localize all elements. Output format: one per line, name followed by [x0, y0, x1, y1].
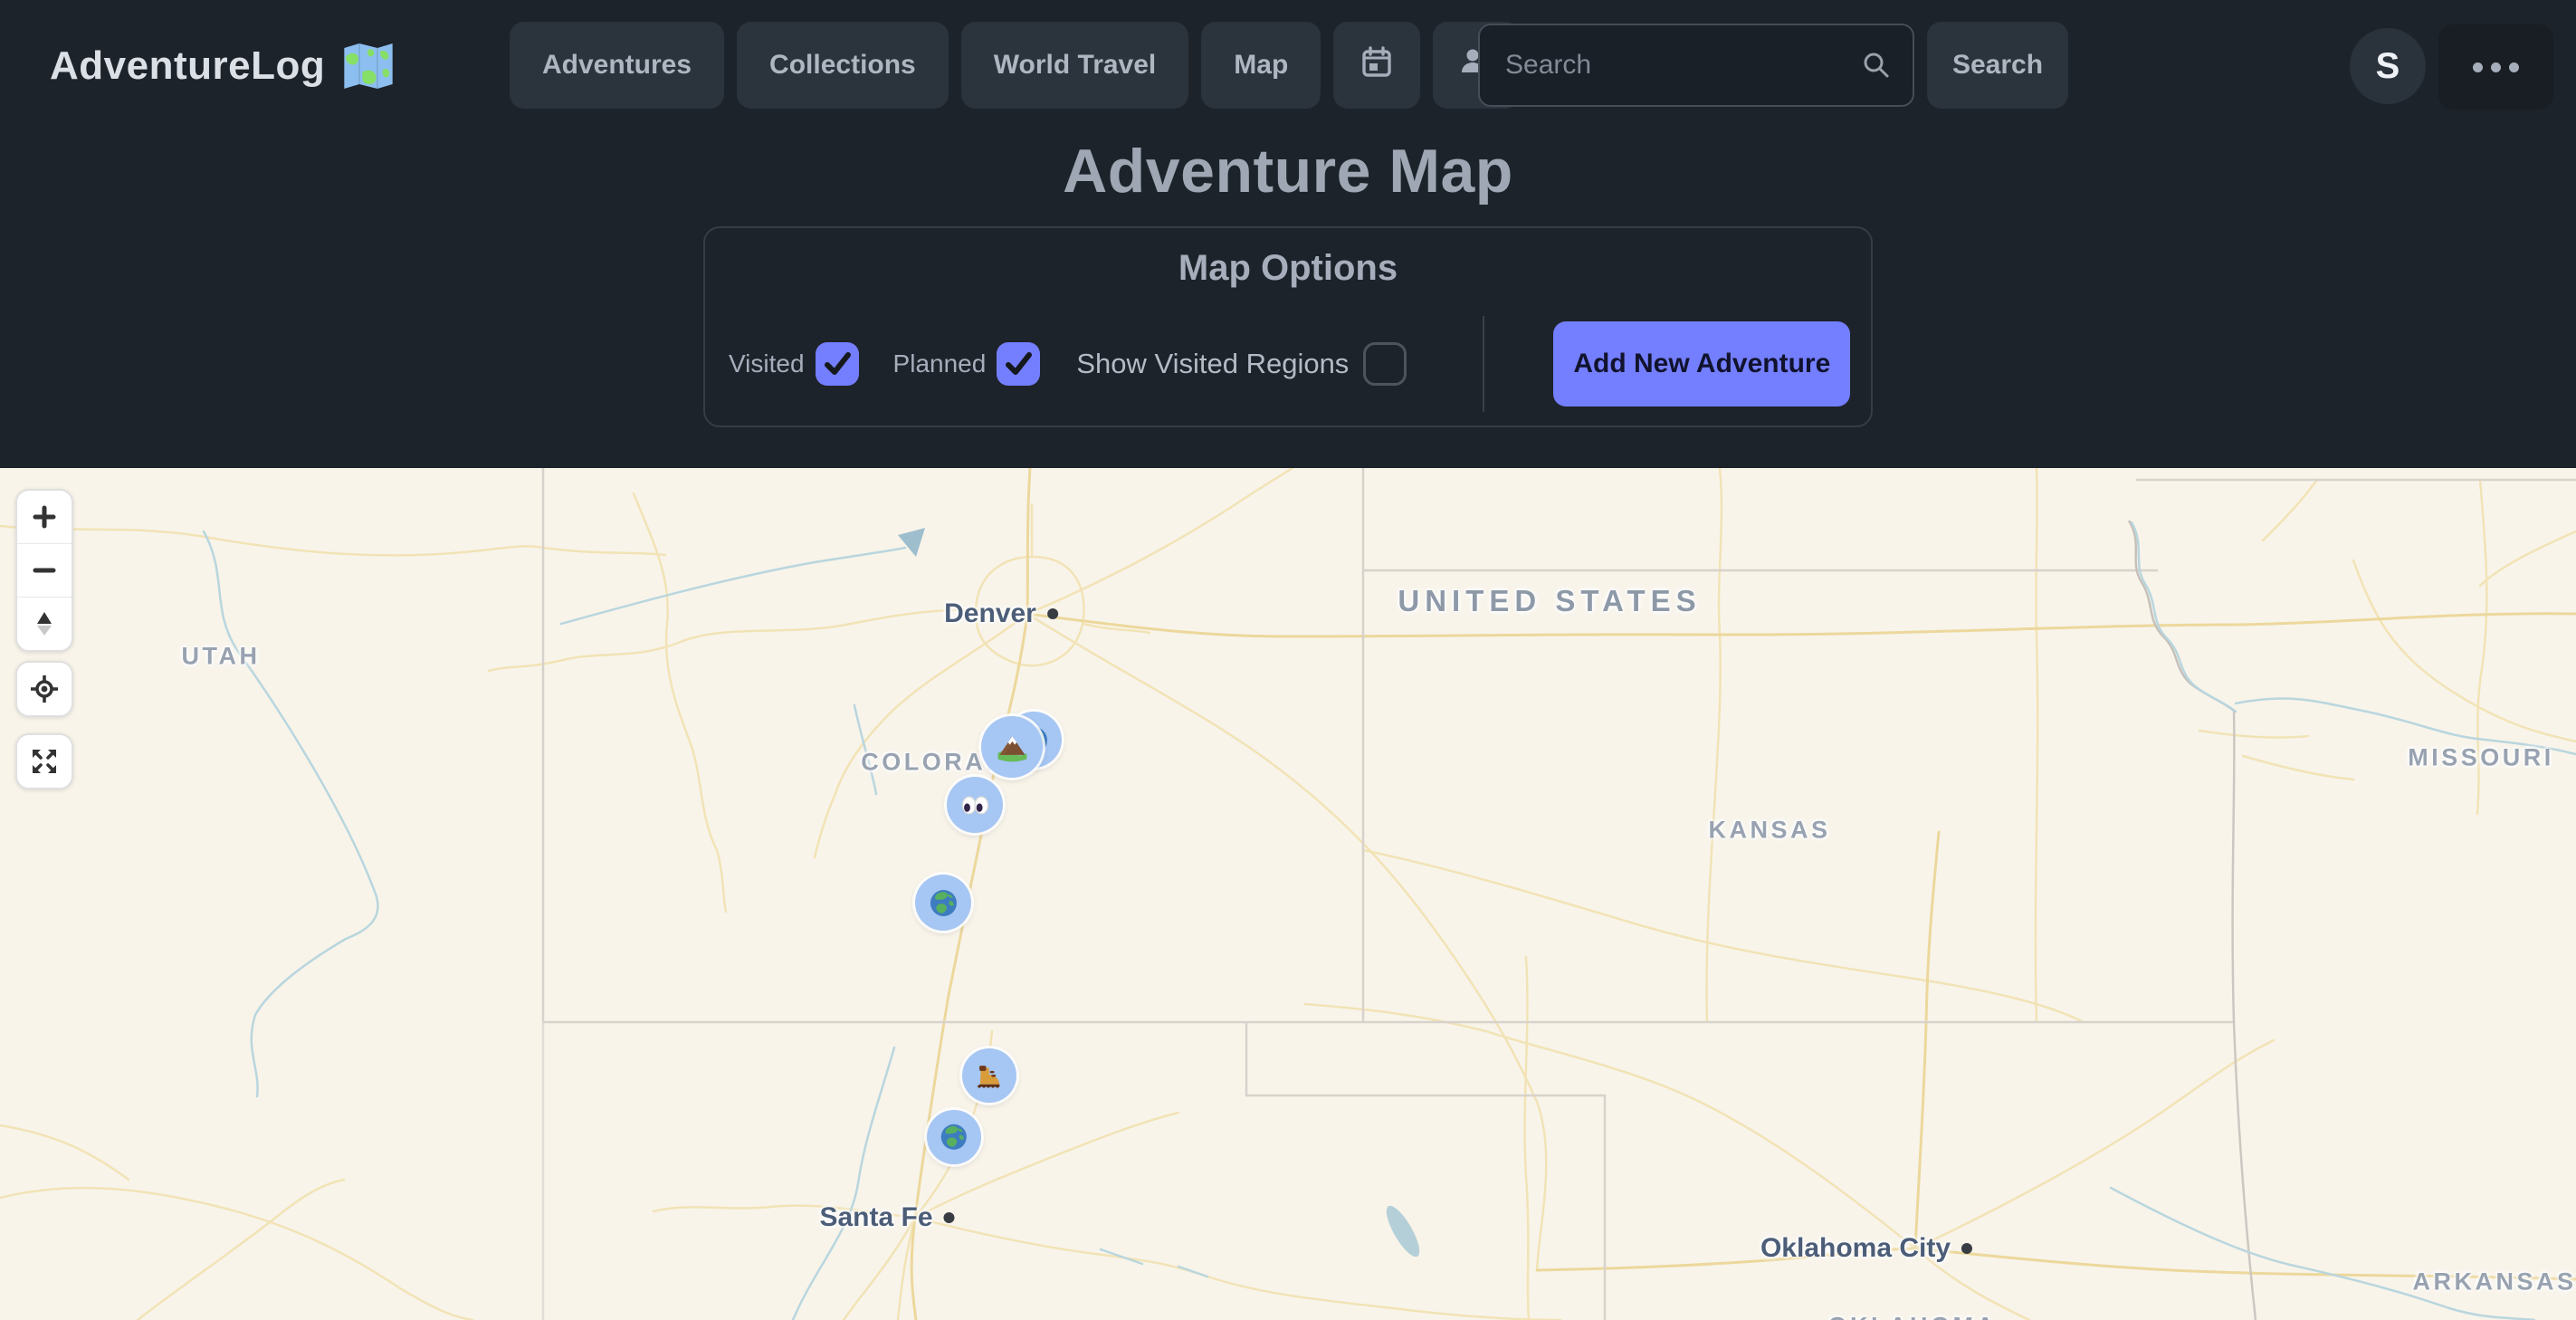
city-dot [944, 1212, 955, 1223]
app-logo[interactable]: AdventureLog [50, 0, 396, 131]
state-label-utah: UTAH [182, 643, 261, 671]
minus-icon [29, 555, 60, 586]
nav-map-button[interactable]: Map [1201, 22, 1321, 109]
city-label-santa-fe: Santa Fe [819, 1202, 954, 1233]
zoom-out-button[interactable] [17, 544, 72, 597]
map-marker-boot-emoji[interactable] [962, 1048, 1016, 1103]
ellipsis-icon [2473, 62, 2519, 72]
map-options-card: Map Options Visited Planned Show Visited… [703, 226, 1873, 427]
visited-checkbox[interactable] [816, 342, 859, 386]
search-button[interactable]: Search [1927, 22, 2068, 109]
state-label-united-states: UNITED STATES [1398, 584, 1701, 618]
city-label-denver: Denver [944, 598, 1058, 629]
plus-icon [29, 502, 60, 532]
navbar: AdventureLog Adventures Collections Worl… [0, 0, 2576, 131]
add-new-adventure-button[interactable]: Add New Adventure [1553, 321, 1850, 407]
map-canvas[interactable]: UTAHCOLORADOKANSASMISSOURIUNITED STATESO… [0, 468, 2576, 1320]
map-marker-globe-emoji[interactable] [927, 1110, 981, 1164]
state-label-kansas: KANSAS [1708, 817, 1830, 845]
map-roads-borders [0, 468, 2576, 1320]
planned-label: Planned [893, 349, 987, 378]
state-label-missouri: MISSOURI [2408, 744, 2554, 772]
map-marker-eyes-emoji[interactable] [947, 777, 1003, 833]
checkmark-icon [997, 342, 1040, 386]
app-title: AdventureLog [50, 43, 325, 89]
options-divider [1483, 316, 1484, 412]
world-map-emoji-icon [341, 39, 396, 93]
calendar-button[interactable] [1333, 22, 1420, 109]
map-options-row: Visited Planned Show Visited Regions Add… [729, 313, 1858, 415]
nav-buttons: Adventures Collections World Travel Map [510, 22, 1520, 109]
avatar[interactable]: S [2350, 28, 2426, 104]
state-label-arkansas: ARKANSAS [2412, 1268, 2576, 1296]
compass-button[interactable] [17, 598, 72, 650]
compass-icon [29, 608, 60, 639]
geolocate-control [15, 661, 73, 717]
search-icon [1860, 49, 1893, 81]
show-visited-regions-label: Show Visited Regions [1076, 348, 1349, 380]
planned-checkbox[interactable] [997, 342, 1040, 386]
search-input[interactable] [1478, 24, 1914, 107]
map-options-title: Map Options [705, 248, 1871, 289]
geolocate-icon [29, 674, 60, 704]
state-label-oklahoma: OKLAHOMA [1828, 1313, 1998, 1320]
more-menu-button[interactable] [2438, 24, 2553, 110]
search-area [1478, 24, 1914, 107]
nav-adventures-button[interactable]: Adventures [510, 22, 724, 109]
zoom-in-button[interactable] [17, 491, 72, 543]
fullscreen-icon [29, 746, 60, 777]
fullscreen-control [15, 733, 73, 789]
page-title: Adventure Map [0, 136, 2576, 206]
visited-label: Visited [729, 349, 805, 378]
nav-collections-button[interactable]: Collections [737, 22, 949, 109]
geolocate-button[interactable] [17, 663, 72, 715]
avatar-initial: S [2376, 46, 2400, 87]
fullscreen-button[interactable] [17, 735, 72, 788]
city-label-oklahoma-city: Oklahoma City [1760, 1233, 1972, 1264]
checkmark-icon [816, 342, 859, 386]
calendar-icon [1358, 43, 1396, 88]
city-dot [1047, 608, 1058, 619]
nav-world-travel-button[interactable]: World Travel [961, 22, 1189, 109]
map-marker-mountain-emoji[interactable] [981, 716, 1043, 778]
show-visited-regions-checkbox[interactable] [1363, 342, 1407, 386]
city-dot [1961, 1243, 1972, 1254]
zoom-control-group [15, 489, 73, 652]
map-marker-globe-emoji[interactable] [915, 875, 971, 931]
